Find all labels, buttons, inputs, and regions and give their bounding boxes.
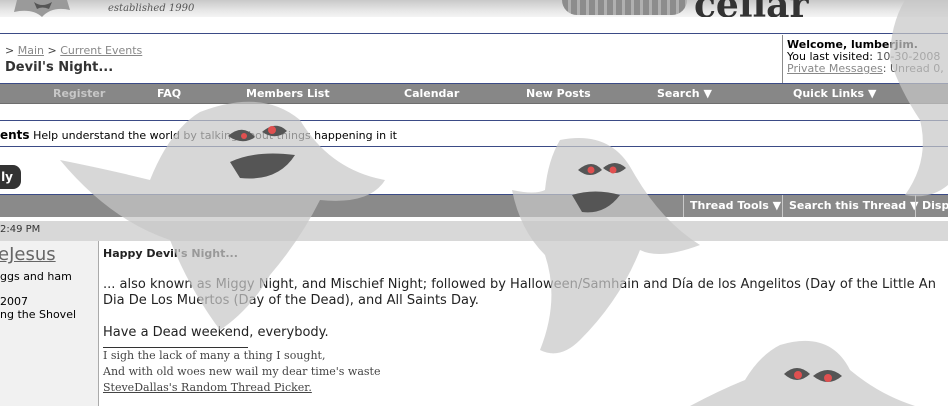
page-title: Devil's Night... [5,60,114,75]
reply-button[interactable]: ly [0,165,21,189]
nav-search-label: Search [657,87,700,100]
post-content: Happy Devil's Night... ... also known as… [103,246,948,396]
forum-description: Help understand the world by talking abo… [33,129,397,142]
chevron-down-icon: ▼ [867,87,877,100]
search-thread-menu[interactable]: Search this Thread ▼ [782,195,918,217]
user-location: ng the Shovel [0,308,77,321]
post-text: Dia De Los Muertos (Day of the Dead), an… [103,293,479,308]
forum-info: ents Help understand the world by talkin… [0,128,397,142]
nav-register[interactable]: Register [53,87,105,100]
site-banner: established 1990 cellar [0,0,948,17]
username-link[interactable]: eJesus [0,246,56,264]
display-menu[interactable]: Displ [915,195,948,217]
random-thread-picker-link[interactable]: SteveDallas's Random Thread Picker. [103,381,312,394]
join-date: 2007 [0,295,28,308]
search-thread-label: Search this Thread [789,199,907,212]
nav-new-posts[interactable]: New Posts [526,87,591,100]
breadcrumb-separator: > [5,44,15,57]
breadcrumb: > Main > Current Events [5,44,142,57]
forum-name[interactable]: ents [0,128,30,142]
user-title: ggs and ham [0,270,72,283]
thread-tools-label: Thread Tools [690,199,769,212]
chevron-down-icon: ▼ [703,87,712,100]
site-logo[interactable]: cellar [694,0,808,17]
navbar: Register FAQ Members List Calendar New P… [0,84,948,104]
nav-members-list[interactable]: Members List [246,87,330,100]
keyboard-graphic [562,0,687,15]
nav-search[interactable]: Search ▼ [657,87,712,100]
ghost-icon [14,0,70,17]
post-author-panel: eJesus ggs and ham 2007 ng the Shovel [0,241,99,406]
site-tagline: established 1990 [108,3,195,14]
thread-tools-menu[interactable]: Thread Tools ▼ [683,195,781,217]
breadcrumb-separator: > [47,44,57,57]
pm-unread-count: : Unread 0, [882,62,944,75]
post-text: ... also known as Miggy Night, and Misch… [103,277,936,292]
nav-faq[interactable]: FAQ [157,87,181,100]
post-title: Happy Devil's Night... [103,247,238,260]
nav-calendar[interactable]: Calendar [404,87,459,100]
divider [0,33,948,34]
private-messages-link[interactable]: Private Messages [787,62,883,75]
thread-toolbar: Thread Tools ▼ Search this Thread ▼ Disp… [0,194,948,217]
nav-quick-links-label: Quick Links [793,87,865,100]
nav-quick-links[interactable]: Quick Links ▼ [793,87,876,100]
divider [0,146,948,147]
post-date: 2:49 PM [0,224,41,235]
breadcrumb-current-events-link[interactable]: Current Events [60,44,142,57]
divider [0,120,948,121]
post-header: 2:49 PM [0,221,948,241]
signature-line: I sigh the lack of many a thing I sought… [103,349,326,362]
breadcrumb-main-link[interactable]: Main [18,44,44,57]
signature-line: And with old woes new wail my dear time'… [103,365,381,378]
post-text: Have a Dead weekend, everybody. [103,325,329,340]
chevron-down-icon: ▼ [772,199,782,212]
welcome-panel: Welcome, lumberjim. You last visited: 10… [782,35,948,84]
